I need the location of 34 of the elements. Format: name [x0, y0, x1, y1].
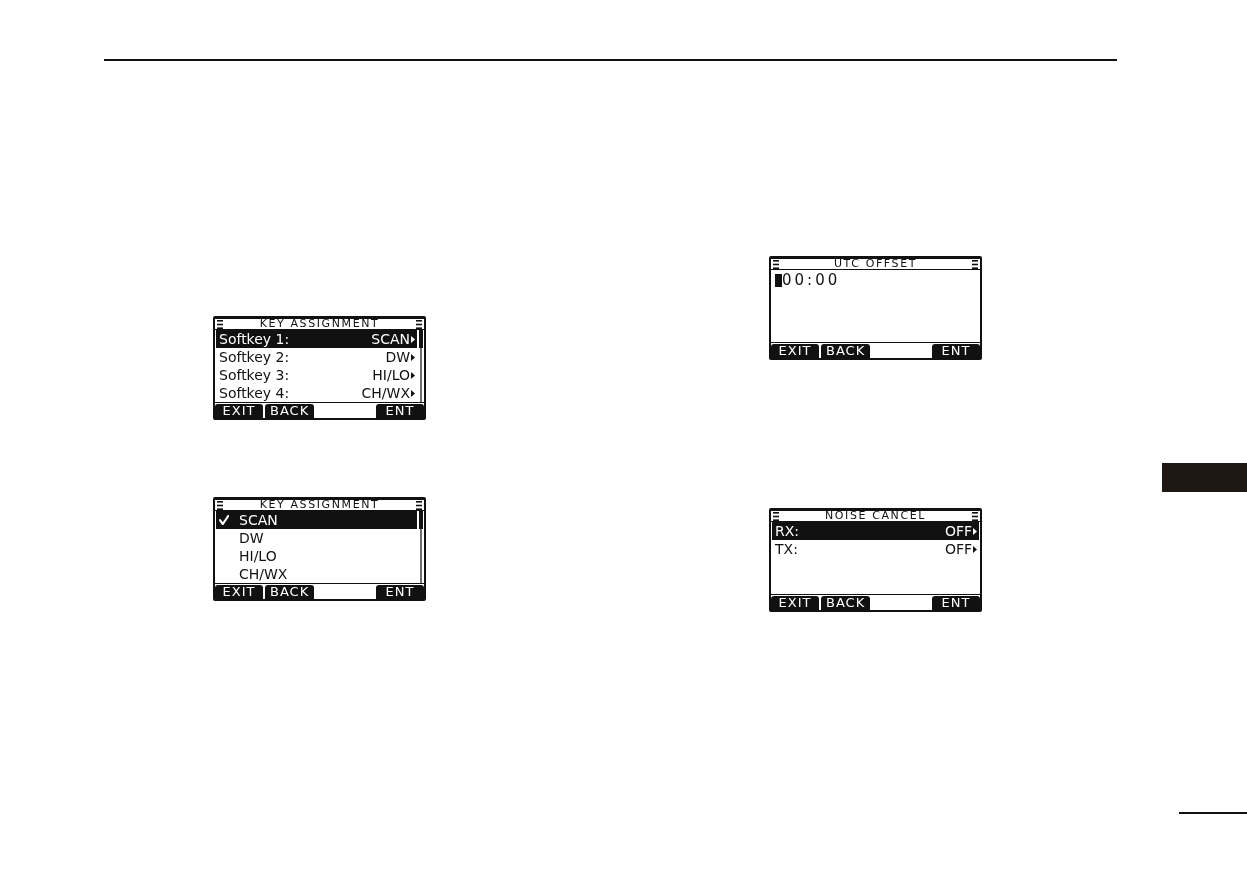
triangle-icon [411, 371, 415, 379]
softkey-button[interactable]: BACK [821, 596, 871, 610]
time-input[interactable]: 00:00 [782, 271, 841, 289]
triangle-icon [411, 353, 415, 361]
softkey-button[interactable]: ENT [932, 596, 980, 610]
screen-title: NOISE CANCEL [825, 511, 926, 521]
softkey-button[interactable]: ENT [376, 585, 424, 599]
softkey-button[interactable]: EXIT [771, 344, 819, 358]
screen-title: KEY ASSIGNMENT [259, 319, 380, 329]
option-item[interactable]: HI/LO [216, 547, 417, 565]
softkey-button[interactable]: ENT [932, 344, 980, 358]
softkey-button[interactable]: BACK [265, 404, 315, 418]
option-item[interactable]: SCAN [216, 511, 417, 529]
menu-item[interactable]: Softkey 3: HI/LO [216, 366, 417, 384]
softkey-button[interactable]: ENT [376, 404, 424, 418]
softkey-button[interactable]: BACK [821, 344, 871, 358]
triangle-icon [973, 545, 977, 553]
softkey-button[interactable]: EXIT [215, 585, 263, 599]
menu-item[interactable]: Softkey 2: DW [216, 348, 417, 366]
screen-title: UTC OFFSET [833, 259, 918, 269]
menu-item[interactable]: Softkey 4: CH/WX [216, 384, 417, 402]
triangle-icon [411, 335, 415, 343]
block-cursor-icon [775, 273, 782, 287]
menu-item[interactable]: RX: OFF [772, 522, 979, 540]
triangle-icon [411, 389, 415, 397]
softkey-button[interactable]: BACK [265, 585, 315, 599]
menu-item[interactable]: TX: OFF [772, 540, 979, 558]
option-item[interactable]: CH/WX [216, 565, 417, 583]
softkey-button[interactable]: EXIT [215, 404, 263, 418]
softkey-button[interactable]: EXIT [771, 596, 819, 610]
triangle-icon [973, 527, 977, 535]
screen-title: KEY ASSIGNMENT [259, 500, 380, 510]
menu-item[interactable]: Softkey 1: SCAN [216, 330, 417, 348]
option-item[interactable]: DW [216, 529, 417, 547]
